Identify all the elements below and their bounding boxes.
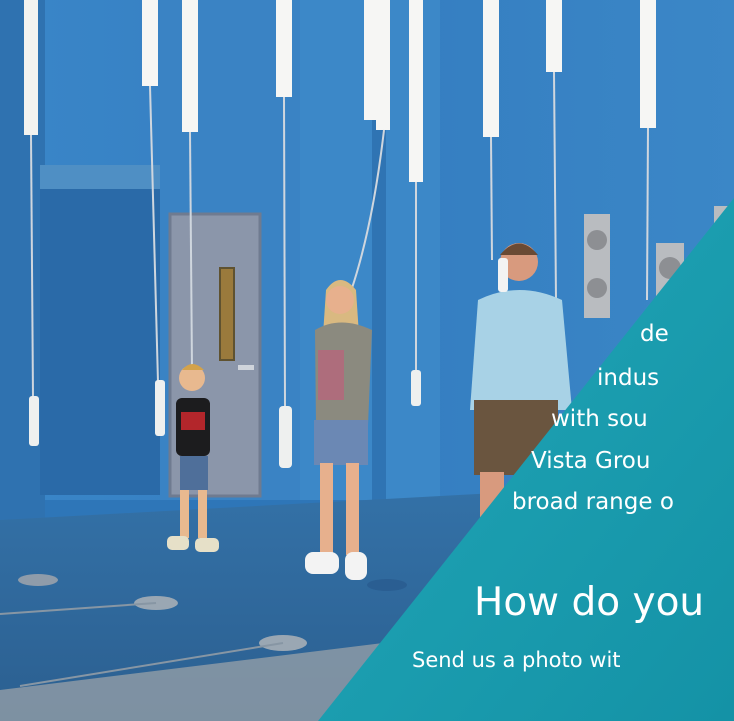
floor-disc xyxy=(367,579,407,591)
door-window xyxy=(219,267,235,361)
promo-scene: de indus with sou Vista Grou broad range… xyxy=(0,0,734,721)
door-handle xyxy=(238,365,254,370)
left-wall xyxy=(0,0,45,540)
alcove xyxy=(40,175,170,495)
alcove-ceiling xyxy=(40,165,170,189)
floor-disc xyxy=(18,574,58,586)
exhibit-photo xyxy=(0,0,734,721)
